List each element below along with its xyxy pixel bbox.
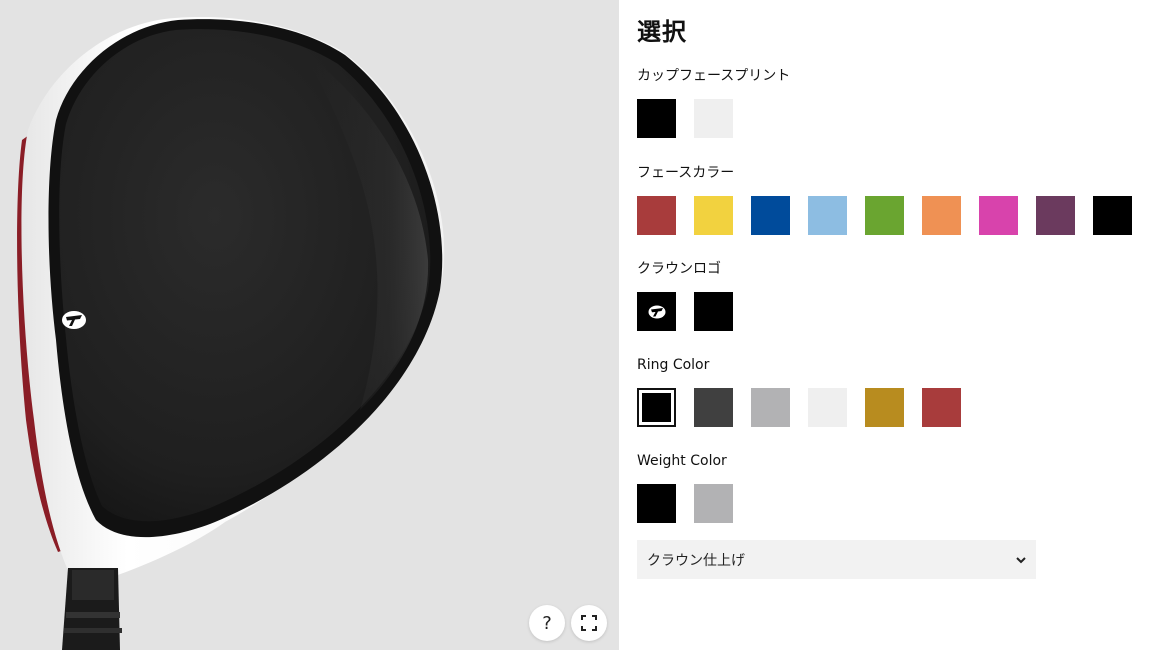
face-color-label: フェースカラー [637, 165, 735, 181]
crown-logo-label: クラウンロゴ [637, 261, 721, 277]
help-button[interactable]: ? [529, 605, 565, 641]
face-color-swatch[interactable] [979, 196, 1018, 235]
face-color-swatches [637, 196, 1132, 235]
taylormade-logo-icon [648, 305, 665, 318]
crown-logo-swatch[interactable] [637, 292, 676, 331]
ring-color-swatch[interactable] [865, 388, 904, 427]
weight-color-section: Weight Color [637, 451, 733, 523]
face-color-swatch[interactable] [1093, 196, 1132, 235]
weight-color-swatch[interactable] [637, 484, 676, 523]
ring-color-section: Ring Color [637, 355, 961, 427]
ring-color-swatch[interactable] [751, 388, 790, 427]
crown-finish-select-value: クラウン仕上げ [647, 552, 745, 569]
face-color-swatch[interactable] [865, 196, 904, 235]
fullscreen-button[interactable] [571, 605, 607, 641]
crown-logo-swatches [637, 292, 733, 331]
face-color-swatch[interactable] [1036, 196, 1075, 235]
face-color-section: フェースカラー [637, 163, 1132, 235]
ring-color-label: Ring Color [637, 357, 710, 373]
cup-face-print-swatches [637, 99, 790, 138]
crown-finish-select[interactable]: クラウン仕上げ [637, 540, 1036, 579]
cup-face-print-label: カップフェースプリント [637, 68, 791, 84]
product-viewer[interactable]: ? [0, 0, 619, 650]
fullscreen-icon [581, 615, 597, 631]
cup-face-print-swatch[interactable] [637, 99, 676, 138]
weight-color-swatches [637, 484, 733, 523]
face-color-swatch[interactable] [694, 196, 733, 235]
face-color-swatch[interactable] [751, 196, 790, 235]
chevron-down-icon [1016, 556, 1026, 563]
help-icon: ? [542, 612, 552, 634]
face-color-swatch[interactable] [637, 196, 676, 235]
ring-color-swatch[interactable] [922, 388, 961, 427]
panel-title: 選択 [637, 18, 687, 46]
weight-color-swatch[interactable] [694, 484, 733, 523]
golf-club-head-image [17, 17, 445, 650]
ring-color-swatch[interactable] [637, 388, 676, 427]
ring-color-swatch[interactable] [694, 388, 733, 427]
face-color-swatch[interactable] [922, 196, 961, 235]
weight-color-label: Weight Color [637, 453, 727, 469]
ring-color-swatches [637, 388, 961, 427]
crown-logo-swatch[interactable] [694, 292, 733, 331]
face-color-swatch[interactable] [808, 196, 847, 235]
cup-face-print-swatch[interactable] [694, 99, 733, 138]
ring-color-swatch[interactable] [808, 388, 847, 427]
crown-logo-section: クラウンロゴ [637, 259, 733, 331]
cup-face-print-section: カップフェースプリント [637, 66, 790, 138]
